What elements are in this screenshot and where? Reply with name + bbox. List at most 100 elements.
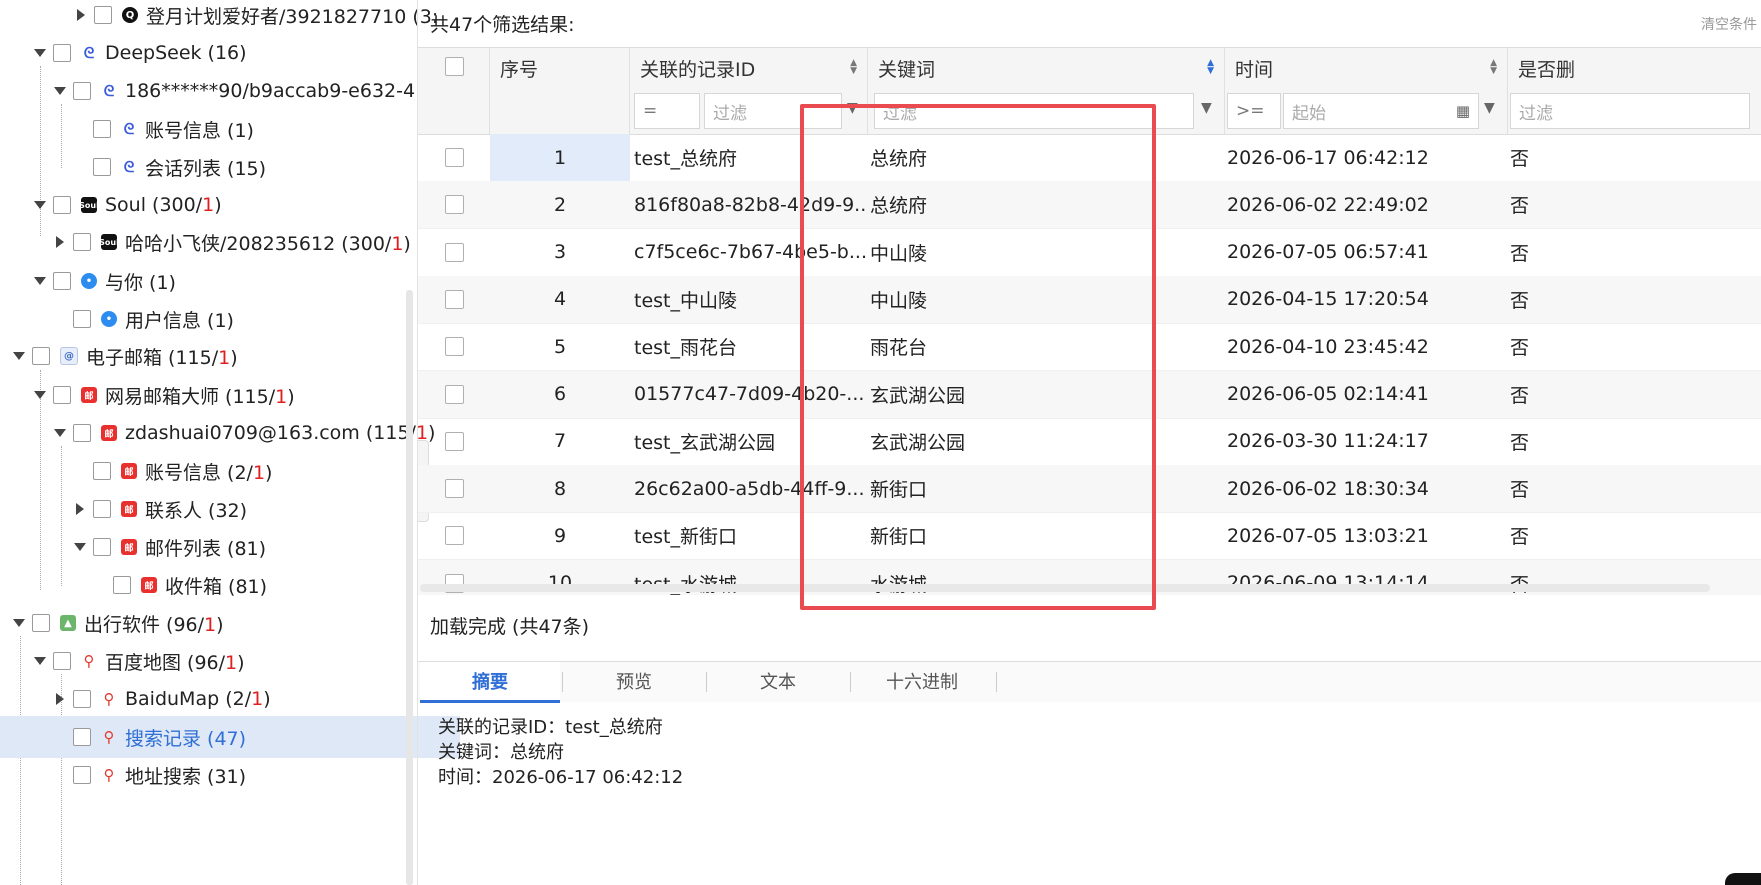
filter-icon[interactable]: ▼ bbox=[1484, 100, 1500, 118]
tree-checkbox[interactable] bbox=[73, 233, 91, 251]
column-header-keyword[interactable]: 关键词 ▲ ▼ bbox=[868, 48, 1225, 88]
collapse-arrow-icon[interactable] bbox=[73, 540, 87, 554]
time-filter-placeholder: 起始 bbox=[1292, 103, 1326, 124]
tab-summary[interactable]: 摘要 bbox=[420, 662, 560, 703]
cell-idx: 9 bbox=[553, 524, 567, 547]
map-pin-icon: ⚲ bbox=[103, 728, 115, 746]
row-checkbox[interactable] bbox=[445, 526, 464, 546]
tab-preview[interactable]: 预览 bbox=[564, 662, 704, 700]
row-checkbox[interactable] bbox=[445, 289, 464, 309]
row-checkbox[interactable] bbox=[445, 242, 464, 262]
tree-checkbox[interactable] bbox=[73, 690, 91, 708]
tree-checkbox[interactable] bbox=[73, 766, 91, 784]
collapse-arrow-icon[interactable] bbox=[33, 274, 47, 288]
tree-checkbox[interactable] bbox=[93, 158, 111, 176]
tree-checkbox[interactable] bbox=[53, 272, 71, 290]
column-header-index[interactable]: 序号 bbox=[490, 48, 630, 88]
tree-node-deepseek-conversations[interactable]: ᘓ 会话列表 (15) bbox=[0, 146, 460, 188]
deepseek-icon: ᘓ bbox=[83, 44, 95, 62]
tree-node-qq-account[interactable]: Q 登月计划爱好者/3921827710 (3: bbox=[0, 0, 460, 36]
tree-node-mail-account[interactable]: 邮 zdashuai0709@163.com (115/1) bbox=[0, 412, 460, 454]
tree-checkbox[interactable] bbox=[113, 576, 131, 594]
calendar-icon[interactable]: ▦ bbox=[1456, 102, 1470, 120]
sort-icon[interactable]: ▲ ▼ bbox=[850, 59, 857, 76]
tree-node-address-search[interactable]: ⚲ 地址搜索 (31) bbox=[0, 754, 460, 796]
column-header-time[interactable]: 时间 ▲ ▼ bbox=[1225, 48, 1508, 88]
time-filter-input[interactable]: 起始 ▦ bbox=[1283, 93, 1479, 129]
row-checkbox[interactable] bbox=[445, 384, 464, 404]
expand-arrow-icon[interactable] bbox=[73, 502, 87, 516]
tree-checkbox[interactable] bbox=[93, 500, 111, 518]
tree-node-baidu-map[interactable]: ⚲ 百度地图 (96/1) bbox=[0, 640, 460, 682]
expand-arrow-icon[interactable] bbox=[53, 235, 67, 249]
column-header-deleted[interactable]: 是否删 bbox=[1508, 48, 1761, 88]
tree-checkbox[interactable] bbox=[73, 424, 91, 442]
tree-node-inbox[interactable]: 邮 收件箱 (81) bbox=[0, 564, 460, 606]
tree-node-yuni-user-info[interactable]: • 用户信息 (1) bbox=[0, 298, 460, 340]
tree-node-deepseek[interactable]: ᘓ DeepSeek (16) bbox=[0, 32, 460, 74]
tree-node-baidumap-account[interactable]: ⚲ BaiduMap (2/1) bbox=[0, 678, 460, 720]
tree-node-netease-mail[interactable]: 邮 网易邮箱大师 (115/1) bbox=[0, 374, 460, 416]
collapse-arrow-icon[interactable] bbox=[53, 84, 67, 98]
tree-checkbox[interactable] bbox=[93, 462, 111, 480]
tree-node-email[interactable]: @ 电子邮箱 (115/1) bbox=[0, 335, 460, 377]
window-corner-decoration bbox=[1725, 873, 1761, 885]
sort-icon[interactable]: ▲ ▼ bbox=[1207, 59, 1214, 76]
row-checkbox[interactable] bbox=[445, 148, 464, 167]
tree-checkbox[interactable] bbox=[53, 44, 71, 62]
filter-icon[interactable]: ▼ bbox=[1201, 100, 1217, 118]
tree-checkbox[interactable] bbox=[53, 386, 71, 404]
tree-checkbox[interactable] bbox=[32, 614, 50, 632]
collapse-arrow-icon[interactable] bbox=[12, 616, 26, 630]
load-status: 加载完成 (共47条) bbox=[430, 616, 590, 638]
sort-icon[interactable]: ▲ ▼ bbox=[1490, 59, 1497, 76]
tab-text[interactable]: 文本 bbox=[708, 662, 848, 700]
tree-node-mail-contacts[interactable]: 邮 联系人 (32) bbox=[0, 488, 460, 530]
tree-node-mail-account-info[interactable]: 邮 账号信息 (2/1) bbox=[0, 450, 460, 492]
record-id-operator-select[interactable]: = bbox=[634, 93, 700, 129]
row-checkbox[interactable] bbox=[445, 195, 464, 215]
tree-scrollbar[interactable] bbox=[406, 290, 413, 885]
tree-node-yuni[interactable]: • 与你 (1) bbox=[0, 260, 460, 302]
time-operator-select[interactable]: >= bbox=[1227, 93, 1281, 129]
column-header-record-id[interactable]: 关联的记录ID ▲ ▼ bbox=[630, 48, 868, 88]
tree-node-soul[interactable]: Soul Soul (300/1) bbox=[0, 184, 460, 226]
tree-checkbox[interactable] bbox=[94, 6, 112, 24]
expand-arrow-icon[interactable] bbox=[53, 692, 67, 706]
collapse-arrow-icon[interactable] bbox=[33, 388, 47, 402]
tree-checkbox[interactable] bbox=[73, 728, 91, 746]
collapse-arrow-icon[interactable] bbox=[33, 46, 47, 60]
tree-node-soul-account[interactable]: Soul 哈哈小飞侠/208235612 (300/1) bbox=[0, 221, 460, 263]
column-label: 是否删 bbox=[1518, 58, 1576, 81]
tab-hex[interactable]: 十六进制 bbox=[852, 662, 992, 700]
row-checkbox[interactable] bbox=[445, 431, 464, 451]
collapse-arrow-icon[interactable] bbox=[53, 426, 67, 440]
row-checkbox[interactable] bbox=[445, 479, 464, 499]
collapse-arrow-icon[interactable] bbox=[33, 198, 47, 212]
tree-checkbox[interactable] bbox=[73, 82, 91, 100]
tree-checkbox[interactable] bbox=[93, 538, 111, 556]
tree-node-label: 地址搜索 (31) bbox=[125, 765, 247, 788]
tree-checkbox[interactable] bbox=[93, 120, 111, 138]
deleted-filter-input[interactable]: 过滤 bbox=[1510, 93, 1750, 129]
tree-node-travel[interactable]: ▲ 出行软件 (96/1) bbox=[0, 602, 460, 644]
tree-checkbox[interactable] bbox=[53, 196, 71, 214]
tree-checkbox[interactable] bbox=[53, 652, 71, 670]
tree-node-label: 会话列表 (15) bbox=[145, 157, 267, 180]
clear-filter-button[interactable]: 清空条件 bbox=[1701, 14, 1757, 34]
qq-icon: Q bbox=[122, 7, 138, 23]
collapse-arrow-icon[interactable] bbox=[12, 349, 26, 363]
cell-del: 否 bbox=[1510, 337, 1530, 360]
tree-node-deepseek-account-info[interactable]: ᘓ 账号信息 (1) bbox=[0, 108, 460, 150]
expand-arrow-icon[interactable] bbox=[74, 8, 88, 22]
tree-node-deepseek-account[interactable]: ᘓ 186******90/b9accab9-e632-4... bbox=[0, 70, 460, 112]
tree-node-search-history[interactable]: ⚲ 搜索记录 (47) bbox=[0, 716, 460, 758]
tree-checkbox[interactable] bbox=[73, 310, 91, 328]
tree-checkbox[interactable] bbox=[32, 347, 50, 365]
cell-del: 否 bbox=[1510, 289, 1530, 312]
select-all-checkbox[interactable] bbox=[445, 57, 464, 76]
tree-node-mail-list[interactable]: 邮 邮件列表 (81) bbox=[0, 526, 460, 568]
map-pin-icon: ⚲ bbox=[83, 652, 95, 670]
row-checkbox[interactable] bbox=[445, 337, 464, 357]
collapse-arrow-icon[interactable] bbox=[33, 654, 47, 668]
